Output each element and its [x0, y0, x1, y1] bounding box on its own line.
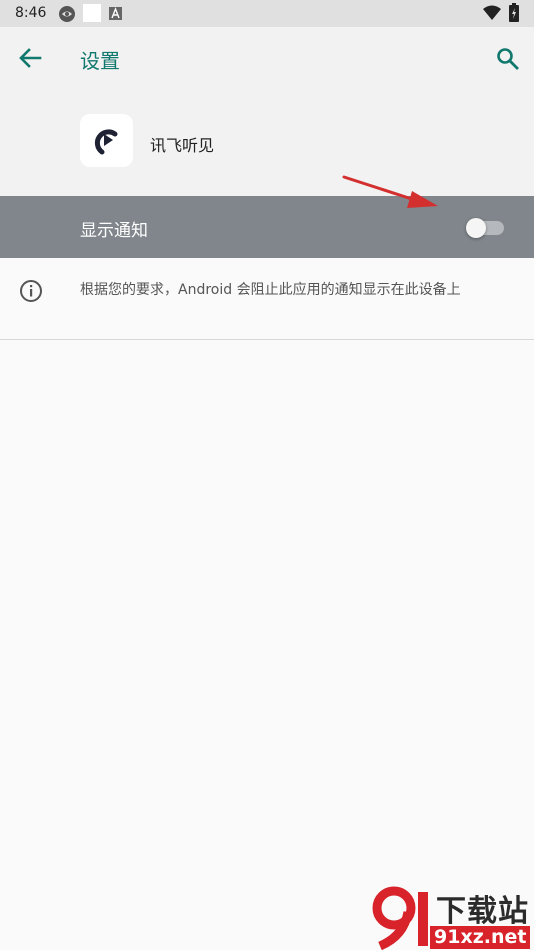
page-title: 设置 [80, 49, 120, 73]
app-name: 讯飞听见 [150, 136, 215, 155]
status-time: 8:46 [15, 5, 47, 21]
watermark-title: 下载站 [436, 894, 529, 929]
blank-notification-icon [83, 4, 101, 22]
show-notifications-row[interactable]: 显示通知 [0, 196, 534, 258]
status-bar: 8:46 [0, 0, 534, 27]
info-text: 根据您的要求，Android 会阻止此应用的通知显示在此设备上 [80, 282, 461, 298]
eye-symbol-icon [59, 6, 75, 22]
app-bar: 设置 [0, 27, 534, 89]
app-header: 讯飞听见 [0, 89, 534, 196]
info-row: 根据您的要求，Android 会阻止此应用的通知显示在此设备上 [0, 258, 534, 340]
red-arrow-annotation [342, 175, 438, 208]
watermark-url: 91xz.net [430, 926, 531, 949]
a-notification-icon [109, 7, 122, 20]
watermark: 下载站 91xz.net [372, 886, 534, 950]
back-arrow-icon[interactable] [16, 44, 48, 72]
app-logo-icon [94, 129, 118, 155]
toggle-thumb [466, 218, 486, 238]
battery-icon [509, 3, 519, 22]
app-icon [80, 114, 133, 167]
show-notifications-label: 显示通知 [80, 221, 148, 241]
show-notifications-toggle[interactable] [466, 218, 506, 238]
search-icon[interactable] [492, 43, 524, 75]
wifi-icon [483, 5, 501, 20]
watermark-logo-icon [372, 886, 428, 950]
info-icon [20, 280, 42, 302]
